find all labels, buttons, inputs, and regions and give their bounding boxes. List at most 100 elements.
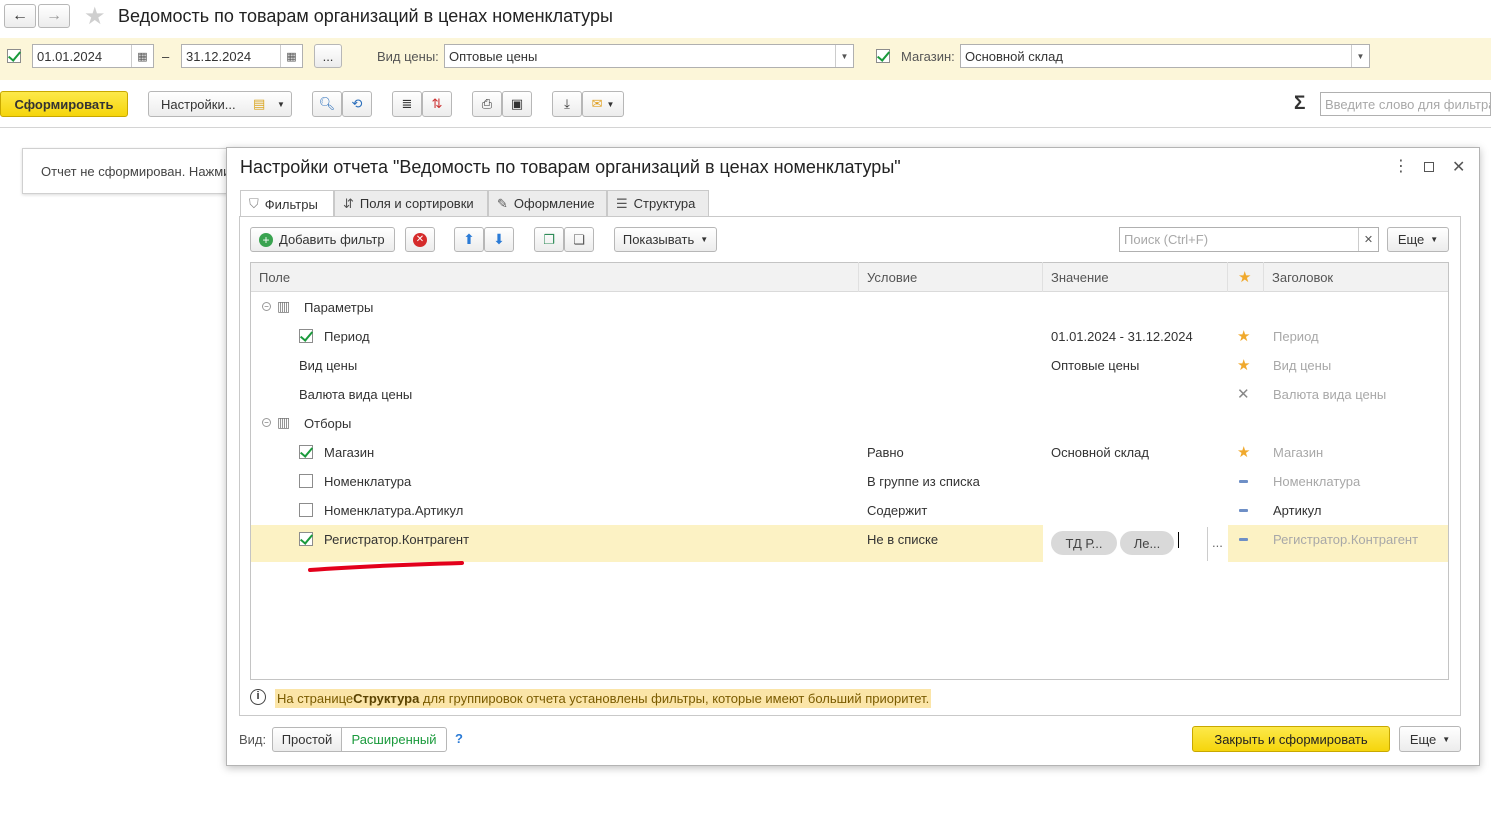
row-price-type-value[interactable]: Оптовые цены	[1051, 358, 1139, 373]
info-structure-link[interactable]: Структура	[353, 691, 419, 706]
find-button[interactable]: 🔍︎	[312, 91, 342, 117]
row-nomenclature-header[interactable]: Номенклатура	[1273, 474, 1360, 489]
tab-appearance-label: Оформление	[513, 196, 595, 211]
dialog-menu-icon[interactable]: ⋮	[1393, 156, 1409, 176]
save-button[interactable]: ⤓	[552, 91, 582, 117]
row-period-header[interactable]: Период	[1273, 329, 1319, 344]
clear-icon[interactable]: ✕	[1358, 228, 1378, 251]
row-store-header[interactable]: Магазин	[1273, 445, 1323, 460]
add-filter-button[interactable]: + Добавить фильтр	[250, 227, 395, 252]
store-select[interactable]: Основной склад ▼	[960, 44, 1370, 68]
close-icon[interactable]: ✕	[1452, 157, 1465, 177]
show-label: Показывать	[622, 232, 695, 247]
value-pill[interactable]: ТД Р...	[1051, 531, 1117, 555]
help-link[interactable]: ?	[455, 731, 463, 746]
close-and-generate-button[interactable]: Закрыть и сформировать	[1192, 726, 1390, 752]
date-to-value: 31.12.2024	[186, 48, 252, 64]
row-currency-header[interactable]: Валюта вида цены	[1273, 387, 1386, 402]
expand-button[interactable]: ⇅	[422, 91, 452, 117]
ungroup-button[interactable]: ❏	[564, 227, 594, 252]
row-nomenclature-checkbox[interactable]	[299, 474, 313, 488]
row-nomenclature-condition[interactable]: В группе из списка	[867, 474, 980, 489]
column-field-label: Поле	[259, 269, 291, 285]
maximize-icon[interactable]	[1424, 162, 1434, 172]
star-icon[interactable]: ★	[1237, 327, 1250, 345]
variant-icon: ▤	[253, 96, 266, 111]
row-store-field: Магазин	[324, 445, 375, 460]
star-icon[interactable]: ★	[1237, 443, 1250, 461]
cross-icon[interactable]: ✕	[1237, 385, 1250, 403]
print-button[interactable]: ⎙	[472, 91, 502, 117]
preview-button[interactable]: ▣	[502, 91, 532, 117]
move-up-button[interactable]: ⬆	[454, 227, 484, 252]
dash-icon[interactable]	[1239, 480, 1248, 483]
row-price-type-header[interactable]: Вид цены	[1273, 358, 1331, 373]
period-select-button[interactable]: ...	[314, 44, 342, 68]
plus-circle-icon: +	[259, 232, 273, 247]
move-down-button[interactable]: ⬇	[484, 227, 514, 252]
column-condition[interactable]: Условие	[859, 262, 1043, 292]
sum-icon[interactable]: Σ	[1294, 93, 1305, 115]
show-button[interactable]: Показывать ▼	[614, 227, 717, 252]
view-simple-button[interactable]: Простой	[272, 727, 342, 752]
send-button[interactable]: ✉ ▼	[582, 91, 624, 117]
value-pill[interactable]: Ле...	[1120, 531, 1174, 555]
collapse-toggle-icon[interactable]: −	[262, 418, 271, 427]
column-value[interactable]: Значение	[1043, 262, 1228, 292]
tab-structure[interactable]: ☰ Структура	[607, 190, 709, 216]
dash-icon[interactable]	[1239, 509, 1248, 512]
date-from-field[interactable]: 01.01.2024 ▦	[32, 44, 154, 68]
settings-button[interactable]: Настройки... ▤ ▼	[148, 91, 292, 117]
value-select-button[interactable]: ...	[1212, 535, 1223, 550]
chevron-down-icon[interactable]: ▼	[1351, 45, 1369, 67]
chevron-down-icon[interactable]: ▼	[835, 45, 853, 67]
column-field[interactable]: Поле	[251, 262, 859, 292]
column-star[interactable]: ★	[1228, 262, 1264, 292]
row-period-value[interactable]: 01.01.2024 - 31.12.2024	[1051, 329, 1193, 344]
calendar-icon[interactable]: ▦	[131, 45, 153, 67]
row-article-condition[interactable]: Содержит	[867, 503, 927, 518]
row-period-checkbox[interactable]	[299, 329, 313, 343]
row-counterparty-checkbox[interactable]	[299, 532, 313, 546]
generate-button[interactable]: Сформировать	[0, 91, 128, 117]
dialog-more-label: Еще	[1397, 232, 1425, 247]
row-store-checkbox[interactable]	[299, 445, 313, 459]
row-counterparty-header[interactable]: Регистратор.Контрагент	[1273, 532, 1418, 547]
back-button[interactable]: ←	[4, 4, 36, 28]
price-type-select[interactable]: Оптовые цены ▼	[444, 44, 854, 68]
find-replace-button[interactable]: ⟲	[342, 91, 372, 117]
date-separator: –	[162, 49, 170, 64]
favorite-star-icon[interactable]: ★	[84, 2, 106, 31]
row-article-header[interactable]: Артикул	[1273, 503, 1321, 518]
arrow-up-icon: ⬆	[463, 231, 475, 247]
collapse-button[interactable]: ≣	[392, 91, 422, 117]
collapse-toggle-icon[interactable]: −	[262, 302, 271, 311]
row-store-value[interactable]: Основной склад	[1051, 445, 1149, 460]
delete-button[interactable]: ✕	[405, 227, 435, 252]
row-counterparty-condition[interactable]: Не в списке	[867, 532, 938, 547]
date-to-field[interactable]: 31.12.2024 ▦	[181, 44, 303, 68]
dash-icon[interactable]	[1239, 538, 1248, 541]
report-search-input[interactable]: Введите слово для фильтра	[1320, 92, 1491, 116]
delete-icon: ✕	[413, 232, 427, 247]
calendar-icon[interactable]: ▦	[280, 45, 302, 67]
row-store-condition[interactable]: Равно	[867, 445, 904, 460]
dialog-more-button[interactable]: Еще ▼	[1387, 227, 1449, 252]
tab-filters[interactable]: ⛉ Фильтры	[240, 190, 334, 217]
tab-appearance[interactable]: ✎ Оформление	[488, 190, 607, 216]
column-condition-label: Условие	[867, 269, 918, 285]
row-article-checkbox[interactable]	[299, 503, 313, 517]
dialog-search-input[interactable]: Поиск (Ctrl+F) ✕	[1119, 227, 1379, 252]
forward-button[interactable]: →	[38, 4, 70, 28]
search-icon: 🔍︎	[318, 96, 336, 111]
filters-group-icon: ▥	[277, 414, 291, 430]
footer-more-button[interactable]: Еще ▼	[1399, 726, 1461, 752]
tab-fields-sorting[interactable]: ⇵ Поля и сортировки	[334, 190, 488, 216]
period-checkbox[interactable]	[7, 49, 21, 63]
column-header[interactable]: Заголовок	[1264, 262, 1448, 292]
view-extended-button[interactable]: Расширенный	[341, 727, 447, 752]
group-button[interactable]: ❐	[534, 227, 564, 252]
mail-icon: ✉	[591, 96, 603, 111]
star-icon[interactable]: ★	[1237, 356, 1250, 374]
store-checkbox[interactable]	[876, 49, 890, 63]
